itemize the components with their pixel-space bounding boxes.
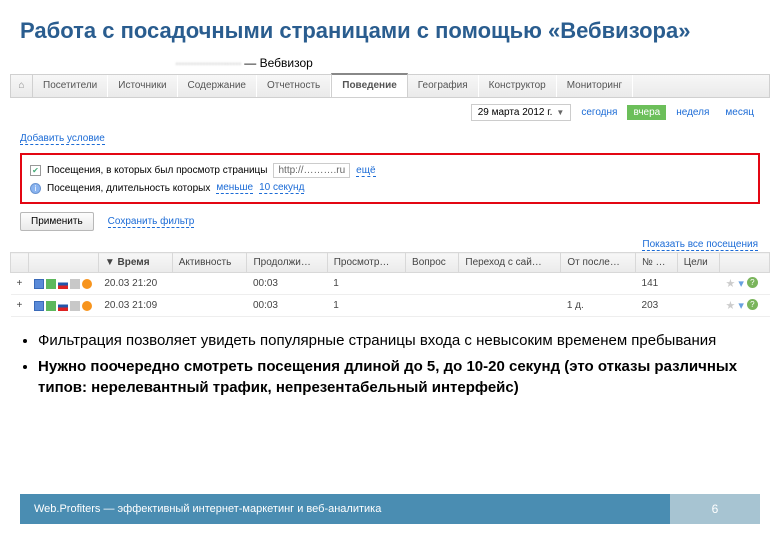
window-title: ······················ — Вебвизор: [10, 52, 770, 74]
show-all-link[interactable]: Показать все посещения: [642, 239, 758, 251]
chevron-down-icon: ▼: [556, 108, 564, 117]
tab-behavior[interactable]: Поведение: [331, 73, 408, 97]
date-picker[interactable]: 29 марта 2012 г. ▼: [471, 104, 572, 121]
flag-icon: [58, 279, 68, 289]
bullet-list: Фильтрация позволяет увидеть популярные …: [0, 317, 780, 418]
date-row: 29 марта 2012 г. ▼ сегодня вчера неделя …: [10, 98, 770, 127]
th-actions: [720, 253, 770, 273]
visitor-icons: [34, 279, 92, 289]
th-question[interactable]: Вопрос: [406, 253, 459, 273]
tab-sources[interactable]: Источники: [108, 75, 177, 97]
th-time[interactable]: ▼ Время: [98, 253, 172, 273]
help-icon[interactable]: ?: [747, 299, 758, 310]
table-row[interactable]: + 20.03 21:20 00:03 1 141 ★: [11, 273, 770, 295]
checkbox-icon[interactable]: ✔: [30, 165, 41, 176]
flag-icon: [58, 301, 68, 311]
tabs-bar: ⌂ Посетители Источники Содержание Отчетн…: [10, 74, 770, 98]
tab-content[interactable]: Содержание: [178, 75, 257, 97]
info-icon: i: [30, 183, 41, 194]
tab-reports[interactable]: Отчетность: [257, 75, 331, 97]
url-input[interactable]: http://……….ru: [273, 163, 350, 178]
funnel-icon[interactable]: ▾: [738, 277, 744, 290]
th-activity[interactable]: Активность: [172, 253, 247, 273]
slide-title: Работа с посадочными страницами с помощь…: [0, 0, 780, 52]
th-num[interactable]: № …: [636, 253, 678, 273]
funnel-icon[interactable]: ▾: [738, 299, 744, 312]
th-referrer[interactable]: Переход с сай…: [459, 253, 561, 273]
os-icon: [70, 279, 80, 289]
tab-monitoring[interactable]: Мониторинг: [557, 75, 633, 97]
tab-visitors[interactable]: Посетители: [33, 75, 108, 97]
footer: Web.Profiters — эффективный интернет-мар…: [20, 494, 760, 524]
filter-text-2: Посещения, длительность которых: [47, 183, 210, 194]
period-yesterday[interactable]: вчера: [627, 105, 666, 120]
expand-icon[interactable]: +: [11, 273, 29, 295]
show-all-row: Показать все посещения: [10, 237, 770, 252]
th-duration[interactable]: Продолжи…: [247, 253, 327, 273]
bullet-2: Нужно поочередно смотреть посещения длин…: [38, 357, 742, 398]
star-icon[interactable]: ★: [726, 277, 736, 290]
help-icon[interactable]: ?: [747, 277, 758, 288]
home-icon[interactable]: ⌂: [11, 75, 33, 97]
site-url-blur: ······················: [175, 56, 241, 70]
table-row[interactable]: + 20.03 21:09 00:03 1 1 д. 203 ★: [11, 295, 770, 317]
page-number: 6: [670, 494, 760, 524]
th-expand[interactable]: [11, 253, 29, 273]
browser2-icon: [82, 279, 92, 289]
th-views[interactable]: Просмотр…: [327, 253, 405, 273]
bullet-1: Фильтрация позволяет увидеть популярные …: [38, 331, 742, 351]
footer-text: Web.Profiters — эффективный интернет-мар…: [20, 494, 670, 524]
save-filter-link[interactable]: Сохранить фильтр: [108, 216, 195, 228]
apply-button[interactable]: Применить: [20, 212, 94, 231]
val-link[interactable]: 10 секунд: [259, 182, 304, 194]
browser2-icon: [82, 301, 92, 311]
th-since[interactable]: От после…: [561, 253, 636, 273]
os-icon: [70, 301, 80, 311]
tab-geo[interactable]: География: [408, 75, 479, 97]
period-week[interactable]: неделя: [670, 105, 715, 120]
monitor-icon: [46, 301, 56, 311]
star-icon[interactable]: ★: [726, 299, 736, 312]
period-today[interactable]: сегодня: [575, 105, 623, 120]
more-link[interactable]: ещё: [356, 165, 375, 177]
add-condition-link[interactable]: Добавить условие: [20, 133, 105, 145]
visits-table: ▼ Время Активность Продолжи… Просмотр… В…: [10, 252, 770, 317]
th-icons[interactable]: [28, 253, 98, 273]
th-goals[interactable]: Цели: [677, 253, 719, 273]
browser-icon: [34, 279, 44, 289]
filter-box: ✔ Посещения, в которых был просмотр стра…: [20, 153, 760, 204]
expand-icon[interactable]: +: [11, 295, 29, 317]
filter-text-1: Посещения, в которых был просмотр страни…: [47, 165, 267, 176]
visitor-icons: [34, 301, 92, 311]
tab-constructor[interactable]: Конструктор: [479, 75, 557, 97]
app-screenshot: ······················ — Вебвизор ⌂ Посе…: [0, 52, 780, 317]
browser-icon: [34, 301, 44, 311]
controls-row: Применить Сохранить фильтр: [10, 206, 770, 237]
monitor-icon: [46, 279, 56, 289]
op-link[interactable]: меньше: [216, 182, 253, 194]
period-month[interactable]: месяц: [719, 105, 760, 120]
